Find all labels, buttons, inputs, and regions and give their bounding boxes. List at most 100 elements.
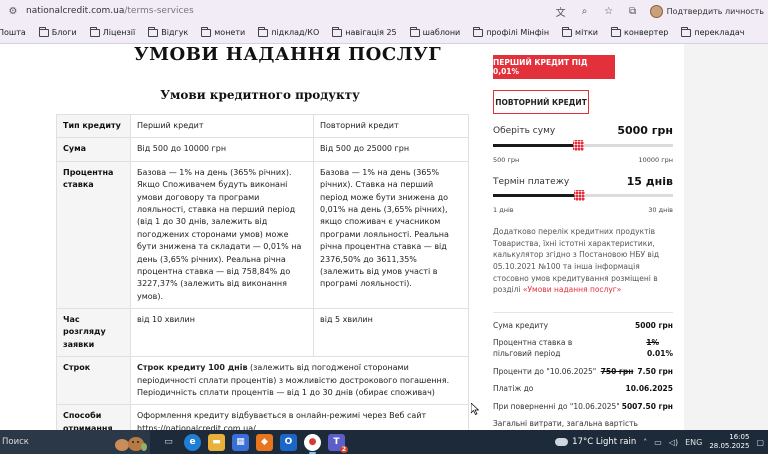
amount-label: Оберіть суму	[493, 126, 556, 136]
translate-icon[interactable]: 文	[554, 4, 568, 19]
term-min: 1 днів	[493, 206, 514, 214]
store-icon[interactable]: ▦	[232, 433, 249, 451]
bookmark-item[interactable]: перекладач	[681, 26, 745, 37]
extensions-icon[interactable]: ⧉	[626, 4, 640, 18]
amount-max: 10000 грн	[638, 156, 673, 164]
disclaimer-text: Додатково перелік кредитних продуктів То…	[493, 227, 660, 295]
bookmark-item[interactable]: навігація 25	[332, 26, 397, 37]
term-slider-handle[interactable]	[574, 190, 585, 201]
folder-icon	[258, 26, 269, 37]
site-settings-icon[interactable]: ⚙	[6, 4, 20, 18]
term-label: Термін платежу	[493, 177, 570, 187]
bookmark-item[interactable]: шаблони	[409, 26, 460, 37]
folder-icon	[148, 26, 159, 37]
row-key: Процентна ставка	[56, 160, 131, 310]
summary-row: Платіж до 10.06.2025	[493, 384, 673, 393]
notification-icon[interactable]: ▢	[756, 438, 764, 447]
row-key: Способи отримання кредиту	[56, 404, 131, 430]
cell-full: Строк кредиту 100 днів (залежить від пог…	[130, 356, 469, 406]
table-row: Строк Строк кредиту 100 днів (залежить в…	[56, 356, 469, 406]
bookmark-item[interactable]: Пошта	[0, 28, 26, 37]
bookmark-item[interactable]: монети	[201, 26, 245, 37]
table-row: Процентна ставка Базова — 1% на день (36…	[56, 160, 469, 310]
bookmark-item[interactable]: профілі Мінфін	[473, 26, 549, 37]
folder-icon	[473, 26, 484, 37]
taskbar-search[interactable]: Поиск	[0, 430, 150, 454]
weather-widget[interactable]: 17°C Light rain	[555, 437, 636, 447]
edge-icon[interactable]: e	[184, 433, 201, 451]
table-row: Способи отримання кредиту Оформлення кре…	[56, 404, 469, 430]
table-row: Час розгляду заявки від 10 хвилин від 5 …	[56, 308, 469, 358]
page-title: УМОВИ НАДАННЯ ПОСЛУГ	[134, 44, 442, 65]
amount-min: 500 грн	[493, 156, 520, 164]
folder-icon	[562, 26, 573, 37]
chevron-up-icon[interactable]: ˄	[643, 438, 647, 447]
address-bar: ⚙ nationalcredit.com.ua/terms-services 文…	[0, 0, 768, 22]
clock[interactable]: 16:05 28.05.2025	[709, 433, 749, 451]
summary-row: При поверненні до "10.06.2025" 5007.50 гр…	[493, 402, 673, 411]
profile-label: Подтвердить личность	[666, 6, 764, 16]
cell-repeat: Від 500 до 25000 грн	[313, 137, 469, 162]
search-highlight-icon	[115, 437, 147, 451]
bookmark-star-icon[interactable]: ☆	[602, 4, 616, 18]
outlook-icon[interactable]: O	[280, 433, 297, 451]
file-explorer-icon[interactable]: ▬	[208, 433, 225, 451]
row-key: Тип кредиту	[56, 113, 131, 139]
summary-row: Сума кредиту 5000 грн	[493, 321, 673, 330]
terms-link[interactable]: «Умови надання послуг»	[523, 285, 621, 294]
volume-icon[interactable]: ◁)	[669, 438, 678, 447]
term-value: 15 днів	[626, 175, 673, 188]
table-row: Сума Від 500 до 10000 грн Від 500 до 250…	[56, 137, 469, 162]
bookmark-item[interactable]: мітки	[562, 26, 598, 37]
bookmark-item[interactable]: Ліцензії	[89, 26, 135, 37]
row-key: Сума	[56, 137, 131, 162]
amount-slider[interactable]	[493, 140, 673, 151]
amount-slider-handle[interactable]	[573, 140, 584, 151]
cell-repeat: Повторний кредит	[313, 113, 469, 139]
chrome-icon[interactable]: ●	[304, 433, 321, 454]
cell-first: Від 500 до 10000 грн	[130, 137, 314, 162]
cloud-icon	[555, 438, 569, 446]
language-indicator[interactable]: ENG	[685, 438, 702, 447]
summary-row: Процентна ставка в пільговий період 1% 0.…	[493, 338, 673, 359]
repeat-credit-button[interactable]: ПОВТОРНИЙ КРЕДИТ	[493, 90, 589, 114]
summary-row: Загальні витрати, загальна вартість кред…	[493, 419, 638, 430]
taskbar: Поиск ▭ e ▬ ▦ ◆ O ● T2 17°C Light rain ˄…	[0, 430, 768, 454]
taskbar-apps: ▭ e ▬ ▦ ◆ O ● T2	[160, 430, 348, 454]
folder-icon	[332, 26, 343, 37]
task-view-icon[interactable]: ▭	[160, 434, 177, 451]
section-subtitle: Умови кредитного продукту	[160, 88, 360, 102]
calculator-sidebar: ПЕРШИЙ КРЕДИТ ПІД 0,01% ПОВТОРНИЙ КРЕДИТ…	[484, 44, 684, 430]
cell-first: Базова — 1% на день (365% річних). Якщо …	[130, 160, 314, 310]
bookmark-item[interactable]: Блоги	[38, 26, 77, 37]
cell-repeat: Базова — 1% на день (365% річних). Ставк…	[313, 160, 469, 310]
avatar	[649, 4, 663, 18]
bookmark-item[interactable]: підклад/КО	[258, 26, 319, 37]
bookmark-item[interactable]: конвертер	[611, 26, 668, 37]
amount-value: 5000 грн	[617, 124, 673, 137]
zoom-icon[interactable]: ⌕	[578, 4, 592, 18]
row-key: Час розгляду заявки	[56, 308, 131, 358]
folder-icon	[409, 26, 420, 37]
profile-button[interactable]: Подтвердить личность	[649, 4, 764, 18]
notification-badge: 2	[339, 445, 348, 453]
term-max: 30 днів	[648, 206, 673, 214]
bookmark-item[interactable]: Відгук	[148, 26, 188, 37]
summary-row: Проценти до "10.06.2025" 750 грн 7.50 грн	[493, 367, 673, 376]
term-slider[interactable]	[493, 190, 673, 201]
main-content: УМОВИ НАДАННЯ ПОСЛУГ Умови кредитного пр…	[0, 44, 484, 430]
network-icon[interactable]: ▭	[654, 438, 662, 447]
cell-full: Оформлення кредиту відбувається в онлайн…	[130, 404, 469, 430]
terms-table: Тип кредиту Перший кредит Повторний кред…	[56, 113, 469, 430]
folder-icon	[89, 26, 100, 37]
mouse-cursor-icon	[471, 403, 479, 415]
divider	[493, 312, 673, 313]
folder-icon	[681, 26, 692, 37]
app-icon[interactable]: ◆	[256, 433, 273, 451]
cell-first: від 10 хвилин	[130, 308, 314, 358]
first-credit-button[interactable]: ПЕРШИЙ КРЕДИТ ПІД 0,01%	[493, 55, 615, 79]
url-field[interactable]: nationalcredit.com.ua/terms-services	[26, 6, 194, 16]
table-row: Тип кредиту Перший кредит Повторний кред…	[56, 113, 469, 139]
folder-icon	[611, 26, 621, 37]
teams-icon[interactable]: T2	[328, 433, 348, 453]
